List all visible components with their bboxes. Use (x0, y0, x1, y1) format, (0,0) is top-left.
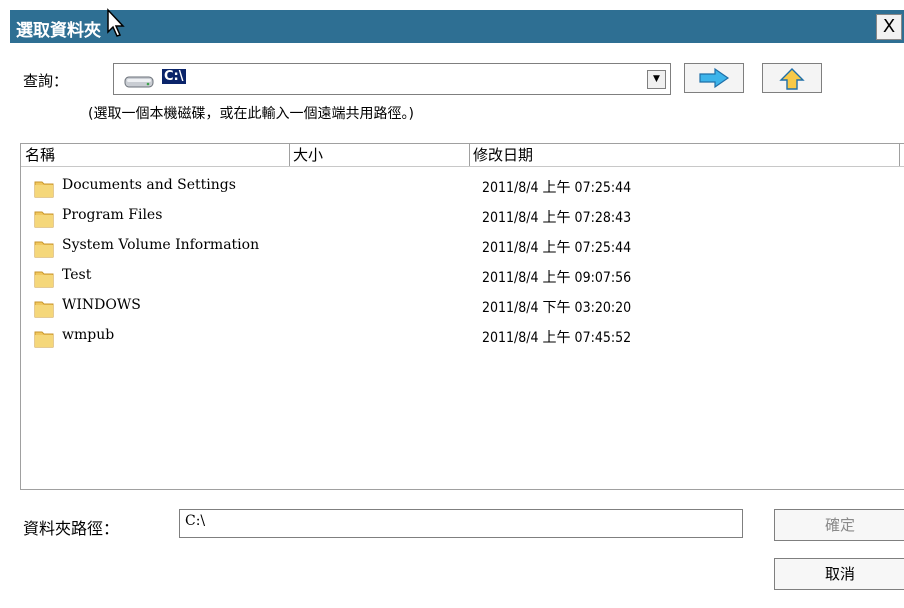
file-row[interactable]: Test 2011/8/4 上午 09:07:56 (21, 264, 904, 292)
file-name: Documents and Settings (62, 177, 236, 193)
look-in-label: 查詢： (23, 72, 69, 90)
look-in-combobox[interactable]: C:\ ▼ (113, 63, 671, 95)
column-header-name[interactable]: 名稱 (21, 144, 290, 166)
file-row[interactable]: Program Files 2011/8/4 上午 07:28:43 (21, 204, 904, 232)
file-name: WINDOWS (62, 297, 141, 313)
go-button[interactable] (684, 63, 744, 93)
folder-path-input[interactable]: C:\ (179, 509, 743, 538)
folder-icon (34, 181, 54, 198)
file-modified: 2011/8/4 上午 07:28:43 (482, 210, 632, 226)
file-row[interactable]: Documents and Settings 2011/8/4 上午 07:25… (21, 174, 904, 202)
folder-icon (34, 331, 54, 348)
mouse-cursor-icon (107, 8, 125, 37)
dropdown-arrow-icon[interactable]: ▼ (647, 70, 666, 89)
window-title: 選取資料夾 (16, 21, 101, 41)
up-arrow-icon (779, 68, 805, 90)
hard-drive-icon (124, 76, 154, 88)
file-modified: 2011/8/4 上午 09:07:56 (482, 270, 632, 286)
file-name: wmpub (62, 327, 115, 343)
folder-icon (34, 241, 54, 258)
title-bar: 選取資料夾 X (10, 10, 904, 43)
list-header: 名稱 大小 修改日期 (21, 144, 904, 167)
file-modified: 2011/8/4 上午 07:25:44 (482, 180, 632, 196)
close-button[interactable]: X (876, 14, 902, 40)
hint-text: (選取一個本機磁碟，或在此輸入一個遠端共用路徑。) (88, 106, 414, 122)
file-list[interactable]: 名稱 大小 修改日期 Documents and Settings 2011/8… (20, 143, 904, 490)
folder-icon (34, 271, 54, 288)
folder-path-label: 資料夾路徑： (23, 519, 120, 538)
column-header-modified[interactable]: 修改日期 (469, 144, 900, 166)
up-folder-button[interactable] (762, 63, 822, 93)
file-row[interactable]: WINDOWS 2011/8/4 下午 03:20:20 (21, 294, 904, 322)
file-name: Program Files (62, 207, 163, 223)
file-name: System Volume Information (62, 237, 260, 253)
cancel-button[interactable]: 取消 (774, 558, 904, 590)
right-arrow-icon (699, 67, 730, 89)
column-header-size[interactable]: 大小 (289, 144, 470, 166)
file-row[interactable]: System Volume Information 2011/8/4 上午 07… (21, 234, 904, 262)
folder-icon (34, 301, 54, 318)
file-modified: 2011/8/4 上午 07:25:44 (482, 240, 632, 256)
file-name: Test (62, 267, 92, 283)
file-modified: 2011/8/4 下午 03:20:20 (482, 300, 632, 316)
ok-button[interactable]: 確定 (774, 509, 904, 541)
folder-icon (34, 211, 54, 228)
file-row[interactable]: wmpub 2011/8/4 上午 07:45:52 (21, 324, 904, 352)
folder-path-value: C:\ (185, 513, 206, 529)
look-in-value: C:\ (162, 69, 186, 84)
file-modified: 2011/8/4 上午 07:45:52 (482, 330, 632, 346)
